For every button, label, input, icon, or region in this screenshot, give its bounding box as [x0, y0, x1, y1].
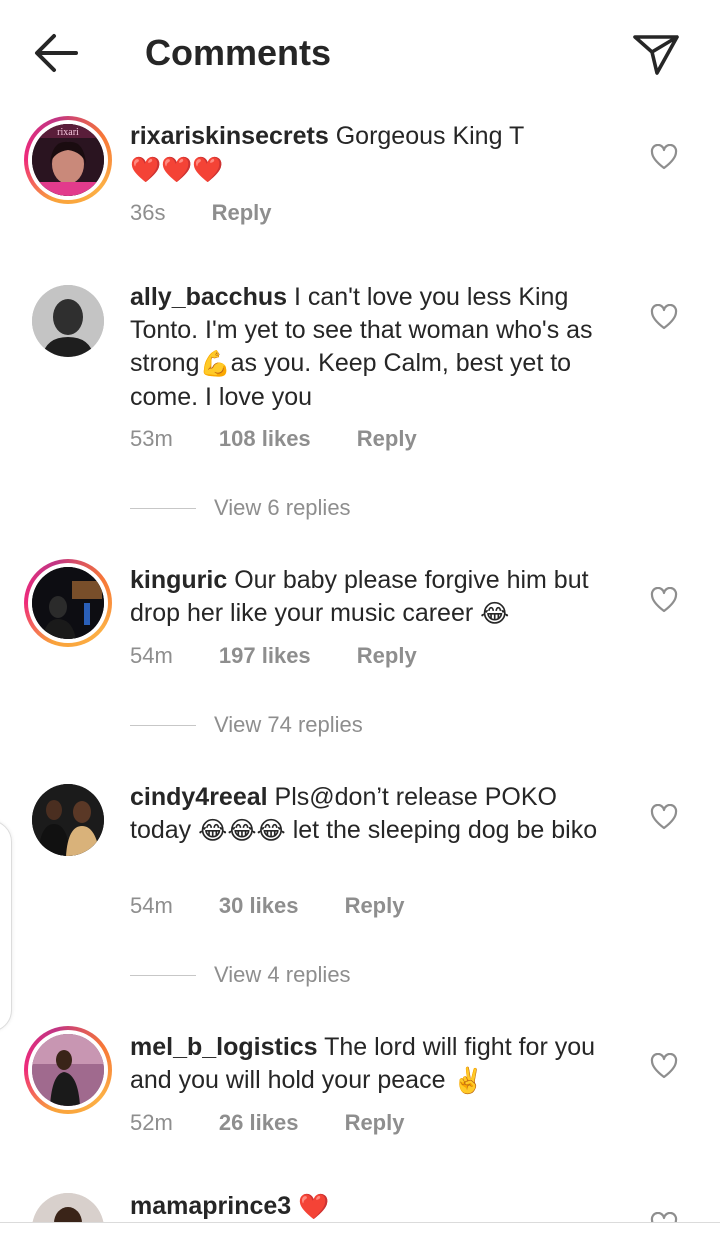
view-replies-button[interactable]: View 6 replies — [130, 493, 351, 523]
avatar[interactable] — [32, 285, 104, 357]
comment-text: mel_b_logistics The lord will fight for … — [130, 1031, 620, 1098]
reply-button[interactable]: Reply — [345, 1109, 405, 1137]
comment-time: 54m — [130, 643, 173, 668]
back-button[interactable] — [30, 30, 82, 76]
comment-meta: 54m 30 likes Reply — [130, 892, 404, 920]
paper-plane-icon — [633, 35, 679, 75]
comment-username[interactable]: rixariskinsecrets — [130, 122, 329, 150]
view-replies-label: View 4 replies — [214, 962, 351, 987]
heart-outline-icon — [650, 586, 678, 613]
comment-meta: 36s Reply — [130, 199, 272, 227]
view-replies-label: View 74 replies — [214, 712, 363, 737]
bottom-bar — [0, 1223, 720, 1246]
comment-text: ally_bacchus I can't love you less King … — [130, 281, 620, 414]
reply-button[interactable]: Reply — [345, 892, 405, 920]
comment-username[interactable]: kinguric — [130, 566, 227, 594]
comment-meta: 53m 108 likes Reply — [130, 425, 417, 453]
comment-text: rixariskinsecrets Gorgeous King T ❤️❤️❤️ — [130, 120, 620, 187]
like-count[interactable]: 26 likes — [219, 1109, 299, 1137]
comment-body-continued: let the sleeping dog be biko — [292, 816, 598, 844]
heart-emoji: ❤️ — [298, 1192, 330, 1221]
reply-button[interactable]: Reply — [357, 425, 417, 453]
heart-outline-icon — [650, 1052, 678, 1079]
comment-text: kinguric Our baby please forgive him but… — [130, 564, 620, 631]
comment-username[interactable]: ally_bacchus — [130, 283, 287, 311]
divider-line — [130, 507, 196, 509]
reply-button[interactable]: Reply — [212, 199, 272, 227]
view-replies-button[interactable]: View 4 replies — [130, 960, 351, 990]
divider-line — [130, 724, 196, 726]
comment-time: 53m — [130, 426, 173, 451]
reply-button[interactable]: Reply — [357, 642, 417, 670]
comment-time: 54m — [130, 893, 173, 918]
heart-outline-icon — [650, 143, 678, 170]
comment-username[interactable]: mel_b_logistics — [130, 1033, 318, 1061]
comment-username[interactable]: cindy4reeal — [130, 783, 268, 811]
comment-meta: 52m 26 likes Reply — [130, 1109, 404, 1137]
heart-outline-icon — [650, 803, 678, 830]
avatar-image — [32, 1034, 104, 1106]
arrow-left-icon — [35, 34, 78, 72]
comment-text: cindy4reeal Pls@don’t release POKO today… — [130, 781, 620, 848]
avatar-image — [32, 784, 104, 856]
header-bar: Comments — [0, 0, 720, 106]
avatar[interactable] — [24, 1026, 112, 1114]
avatar[interactable]: rixari — [24, 116, 112, 204]
like-button[interactable] — [650, 803, 678, 830]
heart-outline-icon — [650, 303, 678, 330]
comment-time: 52m — [130, 1110, 173, 1135]
heart-emoji: ❤️❤️❤️ — [130, 155, 224, 184]
like-button[interactable] — [650, 303, 678, 330]
like-count[interactable]: 30 likes — [219, 892, 299, 920]
edge-panel-handle[interactable] — [0, 820, 12, 1032]
like-count[interactable]: 197 likes — [219, 642, 311, 670]
like-button[interactable] — [650, 586, 678, 613]
comment-username[interactable]: mamaprince3 — [130, 1192, 291, 1220]
like-button[interactable] — [650, 1052, 678, 1079]
victory-hand-emoji: ✌️ — [452, 1066, 484, 1095]
flexed-biceps-emoji: 💪 — [199, 349, 231, 378]
share-button[interactable] — [630, 28, 682, 78]
like-button[interactable] — [650, 143, 678, 170]
laughing-emoji: 😂😂😂 — [198, 816, 286, 845]
avatar-image — [32, 285, 104, 357]
comment-body: Gorgeous King T — [335, 122, 524, 150]
view-replies-button[interactable]: View 74 replies — [130, 710, 363, 740]
avatar[interactable] — [32, 784, 104, 856]
comment-meta: 54m 197 likes Reply — [130, 642, 417, 670]
svg-text:rixari: rixari — [57, 127, 79, 138]
page-title: Comments — [145, 32, 332, 73]
view-replies-label: View 6 replies — [214, 495, 351, 520]
avatar-image — [32, 567, 104, 639]
like-count[interactable]: 108 likes — [219, 425, 311, 453]
avatar-image: rixari — [32, 124, 104, 196]
avatar[interactable] — [24, 559, 112, 647]
divider-line — [130, 974, 196, 976]
comment-text: mamaprince3 ❤️ — [130, 1190, 620, 1224]
laughing-emoji: 😂 — [480, 599, 510, 628]
comment-time: 36s — [130, 200, 166, 225]
